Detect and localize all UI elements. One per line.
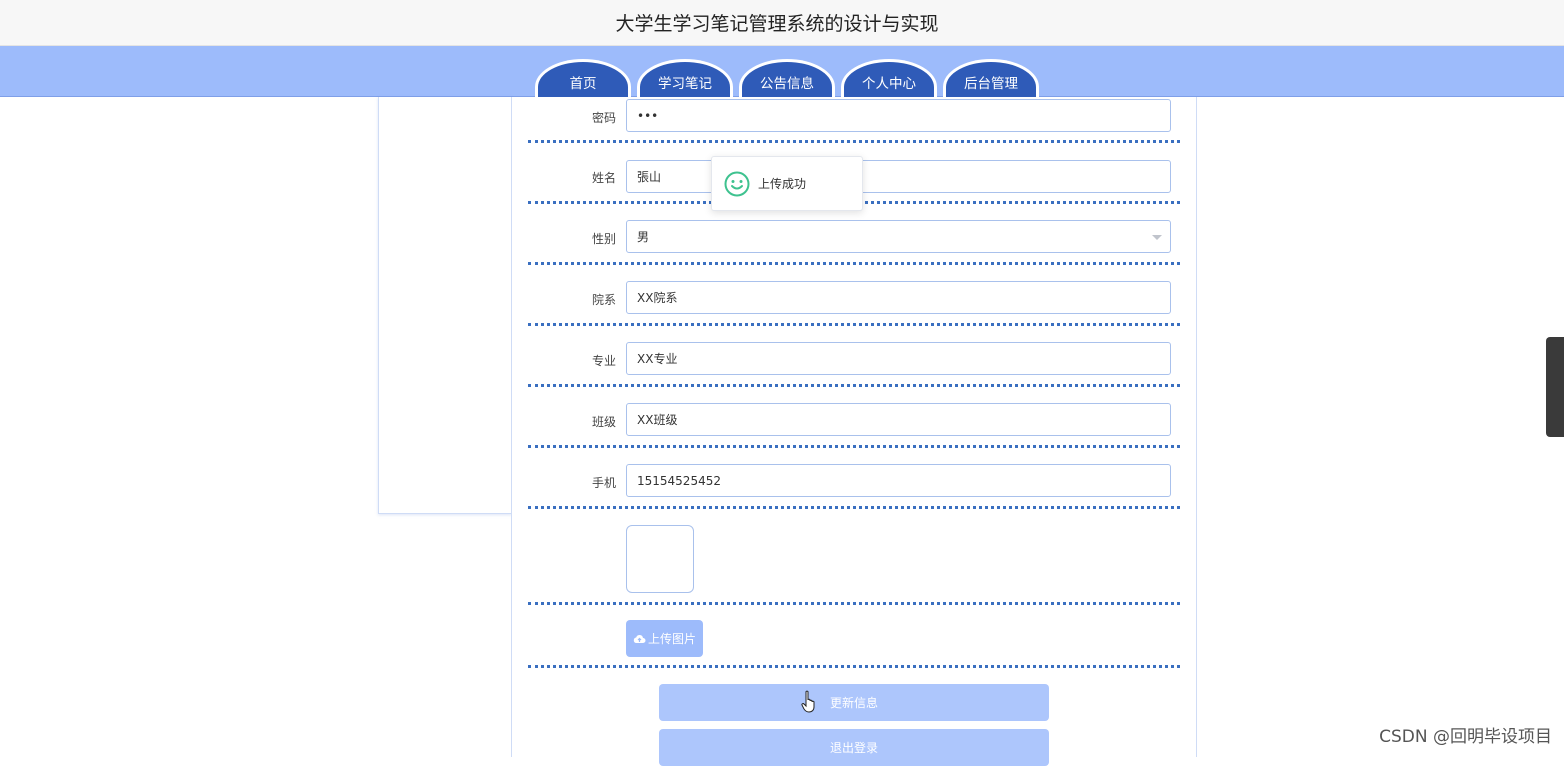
site-title: 大学生学习笔记管理系统的设计与实现 (615, 13, 939, 35)
phone-input[interactable]: 15154525452 (626, 464, 1171, 497)
chevron-down-icon (1152, 235, 1162, 240)
toast-message: 上传成功 (758, 177, 807, 191)
upload-row: 上传图片 (528, 605, 1180, 668)
tab-announcements[interactable]: 公告信息 (739, 59, 835, 97)
gender-select-value: 男 (637, 230, 650, 244)
update-info-button[interactable]: 更新信息 (659, 684, 1049, 721)
tab-home[interactable]: 首页 (535, 59, 631, 97)
name-input[interactable]: 張山 (626, 160, 1171, 193)
password-label: 密码 (591, 111, 616, 125)
upload-image-label: 上传图片 (647, 632, 696, 646)
tab-personal-center[interactable]: 个人中心 (841, 59, 937, 97)
hand-pointer-icon (801, 690, 815, 713)
class-row: 班级 XX班级 (528, 387, 1180, 448)
smile-icon (724, 171, 750, 196)
gender-select[interactable]: 男 (626, 220, 1171, 253)
password-input[interactable]: ••• (626, 99, 1171, 132)
department-row: 院系 XX院系 (528, 265, 1180, 326)
side-menu-card (378, 97, 512, 514)
major-input[interactable]: XX专业 (626, 342, 1171, 375)
row-divider (528, 665, 1180, 668)
major-label: 专业 (591, 354, 616, 368)
top-header: 大学生学习笔记管理系统的设计与实现 (0, 0, 1564, 46)
department-label: 院系 (591, 293, 616, 307)
name-label: 姓名 (591, 171, 616, 185)
csdn-watermark: CSDN @回明毕设项目 (1379, 727, 1552, 747)
logout-button[interactable]: 退出登录 (659, 729, 1049, 766)
side-panel-handle[interactable] (1546, 337, 1564, 437)
avatar-row (528, 509, 1180, 605)
department-input[interactable]: XX院系 (626, 281, 1171, 314)
gender-row: 性别 男 (528, 204, 1180, 265)
cloud-upload-icon (633, 635, 646, 643)
tab-study-notes[interactable]: 学习笔记 (637, 59, 733, 97)
class-label: 班级 (591, 415, 616, 429)
phone-row: 手机 15154525452 (528, 448, 1180, 509)
nav-bar: 首页 学习笔记 公告信息 个人中心 后台管理 (0, 46, 1564, 97)
major-row: 专业 XX专业 (528, 326, 1180, 387)
tab-admin[interactable]: 后台管理 (943, 59, 1039, 97)
upload-image-button[interactable]: 上传图片 (626, 620, 703, 657)
upload-success-toast: 上传成功 (711, 156, 863, 211)
gender-label: 性别 (591, 232, 616, 246)
password-row: 密码 ••• (528, 97, 1180, 143)
phone-label: 手机 (591, 476, 616, 490)
nav-tabs: 首页 学习笔记 公告信息 个人中心 后台管理 (535, 59, 1039, 97)
avatar-preview[interactable] (626, 525, 694, 593)
class-input[interactable]: XX班级 (626, 403, 1171, 436)
